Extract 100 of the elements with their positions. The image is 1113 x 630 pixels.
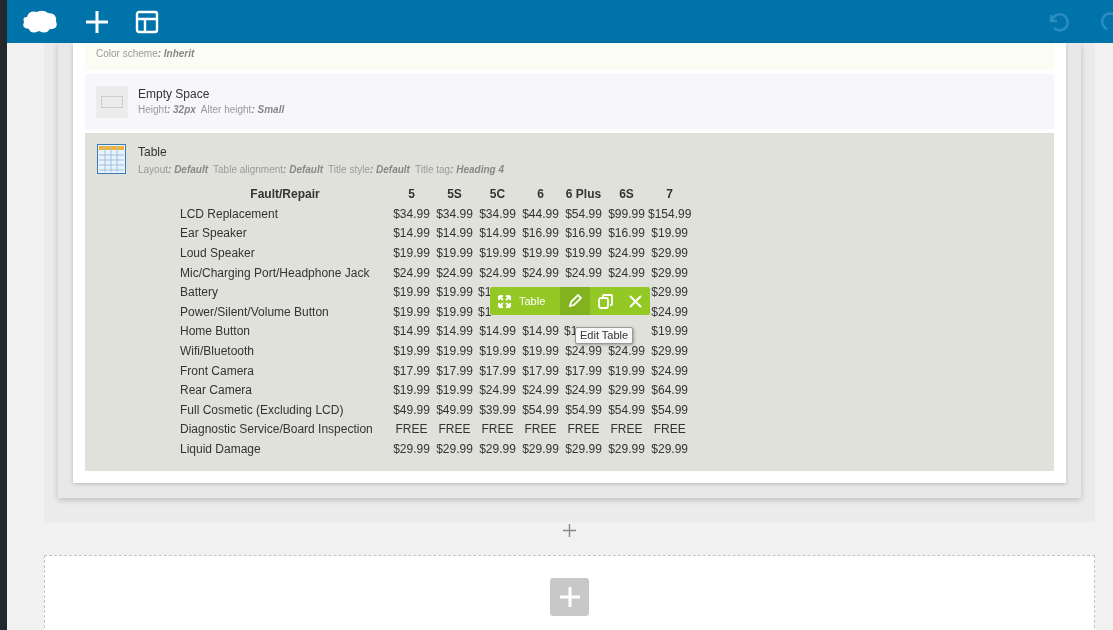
- table-cell: Power/Silent/Volume Button: [180, 304, 329, 319]
- copy-icon: [597, 293, 613, 309]
- element-title: Table: [138, 144, 168, 160]
- tooltip: Edit Table: [575, 327, 634, 344]
- table-cell: $1: [478, 304, 492, 319]
- param-text: Height: 32px: [138, 103, 196, 117]
- table-cell: $14.99: [479, 226, 516, 241]
- plus-icon: [559, 586, 580, 607]
- table-cell: Diagnostic Service/Board Inspection: [180, 422, 373, 437]
- table-cell: $34.99: [479, 206, 516, 221]
- table-cell: FREE: [481, 422, 514, 437]
- table-cell: $19.99: [436, 285, 473, 300]
- table-cell: $14.99: [522, 324, 559, 339]
- table-cell: $29.99: [651, 285, 689, 300]
- table-cell: Rear Camera: [180, 383, 253, 398]
- table-cell: $24.99: [522, 265, 559, 280]
- table-cell: Ear Speaker: [180, 226, 247, 241]
- column-header: 5: [407, 186, 416, 204]
- table-cell: $99.99: [608, 206, 645, 221]
- table-cell: $24.99: [479, 383, 516, 398]
- param-text: Table alignment: Default: [213, 163, 324, 177]
- table-cell: $19.99: [522, 246, 559, 261]
- table-cell: $54.99: [565, 206, 602, 221]
- table-cell: $19.99: [436, 304, 473, 319]
- table-cell: $14.99: [436, 324, 473, 339]
- table-cell: $34.99: [436, 206, 473, 221]
- table-cell: $17.99: [479, 363, 516, 378]
- table-cell: $24.99: [565, 383, 602, 398]
- column-header: 6: [536, 186, 545, 204]
- table-cell: $19.99: [436, 383, 473, 398]
- table-cell: $19.99: [522, 344, 559, 359]
- table-cell: FREE: [395, 422, 428, 437]
- table-cell: $29.99: [522, 442, 559, 456]
- param-text: Layout: Default: [138, 163, 209, 177]
- add-icon[interactable]: [563, 523, 576, 537]
- table-cell: $1: [564, 324, 578, 339]
- element-row[interactable]: Empty Space Height: 32px Alter height: Small: [85, 74, 1054, 129]
- table-cell: $29.99: [651, 442, 689, 456]
- table-cell: $64.99: [651, 383, 689, 398]
- table-cell: $44.99: [522, 206, 559, 221]
- table-cell: $19.99: [479, 246, 516, 261]
- empty-space-icon: [96, 85, 128, 118]
- table-cell: $154.99: [648, 206, 692, 221]
- table-cell: $16.99: [608, 226, 645, 241]
- table-cell: $14.99: [436, 226, 473, 241]
- element-row[interactable]: [85, 133, 1054, 472]
- column-header: 6 Plus: [564, 186, 603, 204]
- table-cell: $29.99: [651, 344, 689, 359]
- table-cell: $19.99: [651, 324, 689, 339]
- table-cell: $17.99: [436, 363, 473, 378]
- element-row[interactable]: Color scheme: Inherit: [85, 43, 1054, 70]
- table-cell: $29.99: [393, 442, 430, 456]
- table-cell: Wifi/Bluetooth: [180, 344, 255, 359]
- table-cell: $24.99: [608, 265, 645, 280]
- table-cell: $19.99: [608, 363, 645, 378]
- table-cell: $24.99: [651, 363, 689, 378]
- table-cell: $34.99: [393, 206, 430, 221]
- table-cell: $24.99: [479, 265, 516, 280]
- table-cell: $54.99: [651, 402, 689, 417]
- table-cell: $19.99: [393, 246, 430, 261]
- pencil-icon: [568, 294, 582, 308]
- table-cell: $24.99: [565, 265, 602, 280]
- param-text: Title tag: Heading 4: [414, 163, 505, 177]
- table-cell: $14.99: [479, 324, 516, 339]
- layout-icon[interactable]: [135, 9, 159, 34]
- table-cell: $49.99: [436, 402, 473, 417]
- element-title: Empty Space: [138, 86, 211, 102]
- table-cell: FREE: [567, 422, 600, 437]
- table-cell: FREE: [610, 422, 643, 437]
- table-cell: $29.99: [436, 442, 473, 456]
- table-cell: $24.99: [651, 304, 689, 319]
- table-cell: $19.99: [393, 285, 430, 300]
- table-cell: $24.99: [608, 246, 645, 261]
- column-header: 5C: [488, 186, 507, 204]
- table-cell: $29.99: [651, 265, 689, 280]
- table-cell: Mic/Charging Port/Headphone Jack: [180, 265, 370, 280]
- table-cell: Battery: [180, 285, 218, 300]
- table-cell: $1: [478, 285, 492, 300]
- column-header: 7: [665, 186, 675, 204]
- table-cell: Front Camera: [180, 363, 255, 378]
- add-element-button[interactable]: [550, 577, 589, 616]
- table-cell: $54.99: [608, 402, 645, 417]
- column-header: 5S: [446, 186, 463, 204]
- table-cell: FREE: [524, 422, 557, 437]
- table-cell: $17.99: [522, 363, 559, 378]
- move-icon: [498, 294, 511, 308]
- table-cell: Full Cosmetic (Excluding LCD): [180, 402, 344, 417]
- table-cell: $19.99: [393, 304, 430, 319]
- table-cell: $24.99: [608, 344, 645, 359]
- table-cell: $14.99: [393, 324, 430, 339]
- table-cell: $19.99: [651, 226, 689, 241]
- column-header: Fault/Repair: [249, 186, 321, 204]
- table-cell: $24.99: [436, 265, 473, 280]
- edit-button[interactable]: [560, 287, 590, 315]
- table-cell: $54.99: [522, 402, 559, 417]
- table-cell: $29.99: [565, 442, 602, 456]
- table-cell: $24.99: [565, 344, 602, 359]
- table-cell: Liquid Damage: [180, 442, 261, 456]
- table-cell: FREE: [653, 422, 686, 437]
- logo-icon[interactable]: [21, 8, 59, 35]
